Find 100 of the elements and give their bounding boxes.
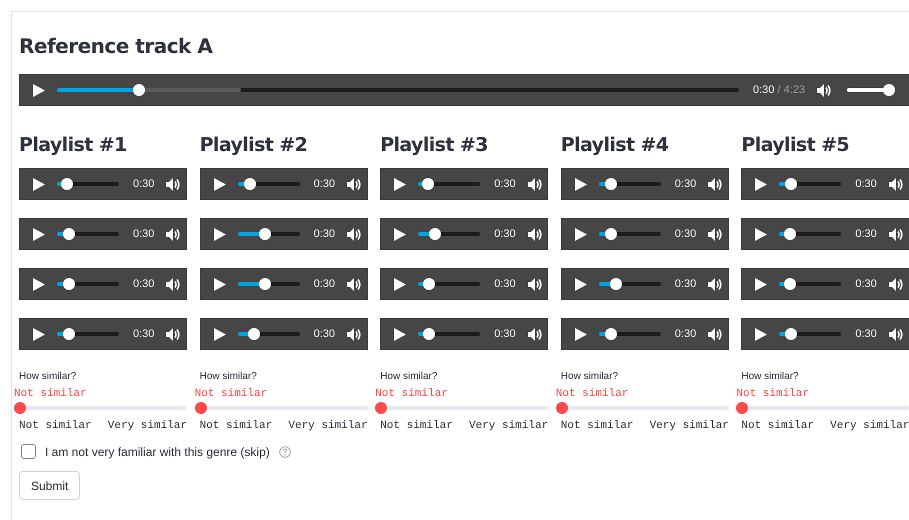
slider-thumb[interactable]: [883, 84, 895, 96]
slider-thumb[interactable]: [248, 328, 260, 340]
slider-thumb[interactable]: [610, 278, 622, 290]
volume-icon[interactable]: [888, 228, 903, 240]
checkbox[interactable]: [21, 444, 36, 459]
play-button[interactable]: [33, 178, 45, 190]
volume-icon[interactable]: [528, 328, 542, 340]
volume-icon[interactable]: [166, 278, 180, 290]
slider-thumb[interactable]: [14, 402, 26, 414]
slider-thumb[interactable]: [784, 228, 796, 240]
play-button[interactable]: [755, 228, 768, 240]
play-button[interactable]: [574, 228, 587, 240]
slider-thumb[interactable]: [604, 178, 617, 190]
play-button[interactable]: [394, 178, 406, 190]
time-display: 0:30: [674, 178, 696, 190]
volume-icon[interactable]: [347, 278, 362, 290]
slider-thumb[interactable]: [784, 278, 796, 290]
slider-thumb[interactable]: [62, 328, 75, 340]
playlist-heading: Playlist #3: [380, 133, 489, 157]
playlist-heading: Playlist #2: [200, 133, 308, 157]
volume-icon[interactable]: [347, 328, 362, 340]
slider-thumb[interactable]: [132, 84, 145, 96]
play-button[interactable]: [33, 328, 45, 340]
volume-icon[interactable]: [708, 228, 722, 240]
play-button[interactable]: [574, 278, 587, 290]
play-button[interactable]: [33, 228, 45, 240]
play-button[interactable]: [574, 328, 587, 340]
slider-label: How similar?: [19, 370, 78, 384]
slider-thumb[interactable]: [422, 178, 434, 190]
volume-icon[interactable]: [817, 84, 831, 96]
play-button[interactable]: [755, 278, 768, 290]
slider-thumb[interactable]: [556, 402, 568, 414]
volume-icon[interactable]: [708, 278, 722, 290]
slider-thumb[interactable]: [62, 228, 75, 240]
volume-icon[interactable]: [888, 328, 903, 340]
slider-label: How similar?: [560, 370, 620, 384]
time-display: 0:30: [133, 178, 154, 190]
slider-thumb[interactable]: [736, 402, 748, 414]
play-button[interactable]: [755, 328, 768, 340]
volume-icon[interactable]: [347, 178, 362, 190]
play-button[interactable]: [394, 278, 406, 290]
volume-icon[interactable]: [528, 278, 542, 290]
volume-icon[interactable]: [528, 228, 542, 240]
slider-thumb[interactable]: [194, 402, 207, 414]
play-button[interactable]: [214, 178, 226, 190]
slider-thumb[interactable]: [605, 228, 618, 240]
slider-thumb[interactable]: [375, 402, 388, 414]
time-display: 0:30: [314, 278, 336, 290]
slider-value: Not similar: [556, 387, 628, 401]
similarity-slider[interactable]: [375, 402, 548, 414]
volume-icon[interactable]: [166, 178, 180, 190]
slider-label: How similar?: [200, 370, 258, 384]
slider-thumb[interactable]: [423, 328, 436, 340]
volume-icon[interactable]: [888, 178, 903, 190]
min-label: Not similar: [380, 420, 453, 432]
submit-button[interactable]: Submit: [19, 471, 80, 500]
slider-thumb[interactable]: [62, 278, 75, 290]
play-button[interactable]: [214, 328, 226, 340]
similarity-slider[interactable]: [14, 402, 187, 414]
volume-icon[interactable]: [166, 328, 180, 340]
volume-icon[interactable]: [708, 178, 722, 190]
volume-icon[interactable]: [708, 328, 722, 340]
play-button[interactable]: [33, 84, 45, 96]
similarity-slider[interactable]: [194, 402, 368, 414]
slider-thumb[interactable]: [605, 328, 618, 340]
max-label: Very similar: [288, 420, 368, 432]
play-button[interactable]: [214, 228, 226, 240]
slider-thumb[interactable]: [244, 178, 256, 190]
max-label: Very similar: [830, 420, 909, 432]
slider-thumb[interactable]: [423, 278, 436, 290]
play-button[interactable]: [33, 278, 45, 290]
slider-thumb[interactable]: [258, 228, 271, 240]
time-display: 0:30: [674, 228, 696, 240]
time-display: 0:30 / 4:23: [752, 84, 805, 96]
time-display: 0:30: [855, 278, 877, 290]
time-display: 0:30: [855, 178, 877, 190]
slider-thumb[interactable]: [785, 328, 798, 340]
time-display: 0:30: [133, 328, 154, 340]
slider-thumb[interactable]: [428, 228, 441, 240]
volume-icon[interactable]: [528, 178, 542, 190]
slider-thumb[interactable]: [259, 278, 272, 290]
slider-thumb[interactable]: [60, 178, 73, 190]
play-button[interactable]: [574, 178, 587, 190]
play-button[interactable]: [394, 228, 406, 240]
slider-thumb[interactable]: [784, 178, 797, 190]
play-button[interactable]: [214, 278, 226, 290]
time-display: 0:30: [314, 228, 336, 240]
similarity-slider[interactable]: [556, 402, 729, 414]
min-label: Not similar: [200, 420, 272, 432]
volume-icon[interactable]: [166, 228, 180, 240]
volume-icon[interactable]: [888, 278, 903, 290]
min-label: Not similar: [19, 420, 92, 432]
min-label: Not similar: [560, 420, 634, 432]
slider-value: Not similar: [736, 387, 809, 401]
time-display: 0:30: [494, 228, 516, 240]
similarity-slider[interactable]: [736, 402, 909, 414]
play-button[interactable]: [755, 178, 768, 190]
volume-icon[interactable]: [347, 228, 362, 240]
playlist-heading: Playlist #1: [19, 133, 128, 157]
play-button[interactable]: [394, 328, 406, 340]
